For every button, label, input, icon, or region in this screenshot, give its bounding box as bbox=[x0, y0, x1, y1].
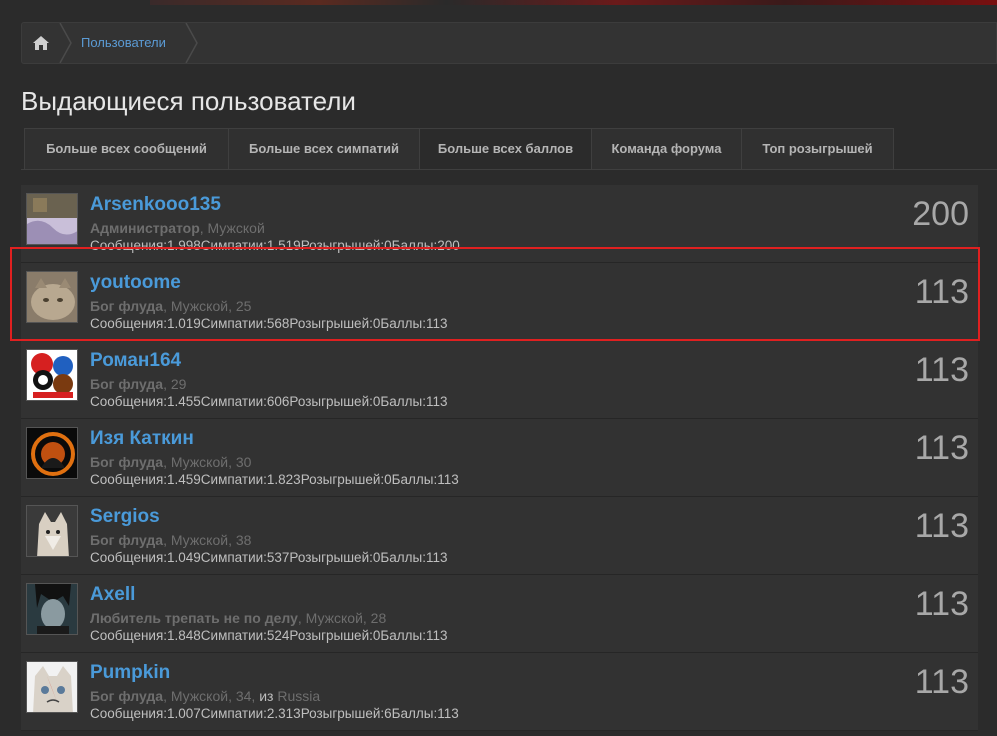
tab-bar: Больше всех сообщений Больше всех симпат… bbox=[24, 128, 894, 169]
tab-most-likes[interactable]: Больше всех симпатий bbox=[228, 128, 420, 169]
member-name[interactable]: Sergios bbox=[90, 506, 160, 528]
avatar[interactable] bbox=[26, 349, 78, 401]
member-details: , Мужской, 38 bbox=[163, 532, 252, 548]
member-score: 113 bbox=[914, 429, 969, 467]
member-stats: Сообщения:1.459Симпатии:1.823Розыгрышей:… bbox=[90, 472, 459, 487]
member-score: 113 bbox=[914, 585, 969, 623]
avatar[interactable] bbox=[26, 661, 78, 713]
avatar[interactable] bbox=[26, 193, 78, 245]
user-title: Бог флуда bbox=[90, 298, 164, 314]
member-from-word: из bbox=[259, 688, 274, 704]
member-score: 113 bbox=[914, 273, 969, 311]
member-score: 113 bbox=[914, 663, 969, 701]
member-details: , Мужской, 28 bbox=[297, 610, 387, 626]
member-name[interactable]: Изя Каткин bbox=[90, 428, 194, 450]
breadcrumb: Пользователи bbox=[21, 22, 997, 64]
breadcrumb-separator bbox=[185, 23, 198, 63]
member-row: Роман164 Бог флуда, 29 Сообщения:1.455Си… bbox=[21, 341, 978, 419]
avatar-image bbox=[27, 428, 77, 478]
avatar[interactable] bbox=[26, 427, 78, 479]
member-name[interactable]: Роман164 bbox=[90, 350, 181, 372]
member-details: , Мужской, 25 bbox=[163, 298, 252, 314]
user-title: Администратор bbox=[90, 220, 200, 236]
tab-most-points[interactable]: Больше всех баллов bbox=[419, 128, 592, 169]
member-info: Администратор, Мужской bbox=[90, 220, 265, 236]
member-row: Pumpkin Бог флуда, Мужской, 34, из Russi… bbox=[21, 653, 978, 731]
avatar-image bbox=[27, 272, 77, 322]
user-title: Любитель трепать не по делу bbox=[90, 610, 298, 626]
member-score: 113 bbox=[914, 351, 969, 389]
user-title: Бог флуда bbox=[90, 454, 164, 470]
avatar[interactable] bbox=[26, 271, 78, 323]
page: Пользователи Выдающиеся пользователи Бол… bbox=[0, 0, 997, 736]
member-info: Бог флуда, Мужской, 25 bbox=[90, 298, 251, 314]
member-stats: Сообщения:1.848Симпатии:524Розыгрышей:0Б… bbox=[90, 628, 448, 643]
member-location: Russia bbox=[273, 688, 321, 704]
avatar-image bbox=[27, 584, 77, 634]
member-info: Бог флуда, Мужской, 30 bbox=[90, 454, 251, 470]
member-row: Axell Любитель трепать не по делу, Мужск… bbox=[21, 575, 978, 653]
tab-forum-team[interactable]: Команда форума bbox=[591, 128, 742, 169]
member-stats: Сообщения:1.455Симпатии:606Розыгрышей:0Б… bbox=[90, 394, 448, 409]
breadcrumb-link-users[interactable]: Пользователи bbox=[81, 23, 166, 63]
member-row: Arsenkooo135 Администратор, Мужской Сооб… bbox=[21, 185, 978, 263]
member-score: 113 bbox=[914, 507, 969, 545]
member-name[interactable]: youtoome bbox=[90, 272, 181, 294]
member-row: Изя Каткин Бог флуда, Мужской, 30 Сообще… bbox=[21, 419, 978, 497]
member-info: Любитель трепать не по делу, Мужской, 28 bbox=[90, 610, 386, 626]
member-details: , Мужской bbox=[199, 220, 265, 236]
member-name[interactable]: Pumpkin bbox=[90, 662, 170, 684]
user-title: Бог флуда bbox=[90, 376, 164, 392]
avatar[interactable] bbox=[26, 583, 78, 635]
page-title: Выдающиеся пользователи bbox=[21, 86, 356, 116]
member-details: , 29 bbox=[163, 376, 187, 392]
avatar-image bbox=[27, 350, 77, 400]
breadcrumb-separator bbox=[59, 23, 72, 63]
tabs-divider bbox=[21, 169, 997, 170]
member-name[interactable]: Arsenkooo135 bbox=[90, 194, 221, 216]
member-info: Бог флуда, Мужской, 38 bbox=[90, 532, 251, 548]
avatar-image bbox=[27, 662, 77, 712]
user-title: Бог флуда bbox=[90, 688, 164, 704]
member-name[interactable]: Axell bbox=[90, 584, 135, 606]
avatar-image bbox=[27, 506, 77, 556]
tab-most-messages[interactable]: Больше всех сообщений bbox=[24, 128, 229, 169]
tab-top-giveaways[interactable]: Топ розыгрышей bbox=[741, 128, 894, 169]
member-details: , Мужской, 34, bbox=[163, 688, 260, 704]
member-stats: Сообщения:1.998Симпатии:1.519Розыгрышей:… bbox=[90, 238, 460, 253]
member-stats: Сообщения:1.007Симпатии:2.313Розыгрышей:… bbox=[90, 706, 459, 721]
member-stats: Сообщения:1.019Симпатии:568Розыгрышей:0Б… bbox=[90, 316, 448, 331]
member-info: Бог флуда, 29 bbox=[90, 376, 186, 392]
user-title: Бог флуда bbox=[90, 532, 164, 548]
member-stats: Сообщения:1.049Симпатии:537Розыгрышей:0Б… bbox=[90, 550, 448, 565]
home-icon bbox=[32, 36, 49, 50]
avatar-image bbox=[27, 194, 77, 244]
member-row: Sergios Бог флуда, Мужской, 38 Сообщения… bbox=[21, 497, 978, 575]
breadcrumb-home[interactable] bbox=[22, 23, 59, 63]
member-details: , Мужской, 30 bbox=[163, 454, 252, 470]
main-content: Пользователи Выдающиеся пользователи Бол… bbox=[8, 8, 997, 736]
member-info: Бог флуда, Мужской, 34, из Russia bbox=[90, 688, 320, 704]
member-score: 200 bbox=[912, 195, 969, 233]
member-row: youtoome Бог флуда, Мужской, 25 Сообщени… bbox=[21, 263, 978, 341]
avatar[interactable] bbox=[26, 505, 78, 557]
member-list: Arsenkooo135 Администратор, Мужской Сооб… bbox=[21, 185, 978, 731]
header-banner-image bbox=[150, 0, 997, 5]
